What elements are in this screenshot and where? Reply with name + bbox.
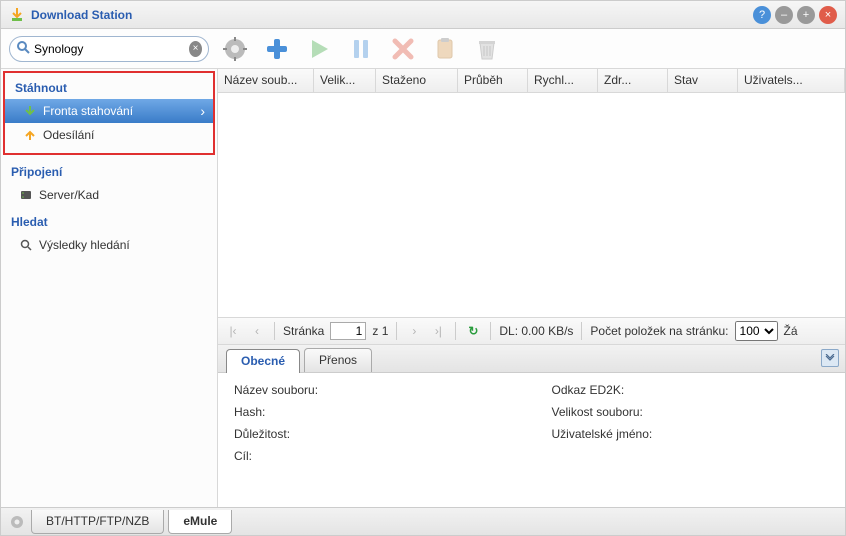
col-size[interactable]: Velik... bbox=[314, 69, 376, 92]
detail-priority-label: Důležitost: bbox=[234, 427, 512, 441]
detail-body: Název souboru: Hash: Důležitost: Cíl: Od… bbox=[218, 373, 845, 507]
pager-last-icon: ›| bbox=[429, 322, 447, 340]
pager-refresh-icon[interactable]: ↻ bbox=[464, 322, 482, 340]
separator bbox=[455, 322, 456, 340]
col-filename[interactable]: Název soub... bbox=[218, 69, 314, 92]
detail-username-label: Uživatelské jméno: bbox=[552, 427, 830, 441]
detail-tabs: Obecné Přenos bbox=[218, 345, 845, 373]
start-button bbox=[303, 33, 335, 65]
clear-search-icon[interactable]: × bbox=[189, 41, 202, 57]
sidebar-header-connection: Připojení bbox=[1, 157, 217, 183]
search-icon bbox=[16, 40, 30, 57]
sidebar-header-download: Stáhnout bbox=[5, 73, 213, 99]
trash-button bbox=[471, 33, 503, 65]
col-downloaded[interactable]: Staženo bbox=[376, 69, 458, 92]
col-progress[interactable]: Průběh bbox=[458, 69, 528, 92]
sidebar-item-label: Výsledky hledání bbox=[39, 238, 130, 252]
col-username[interactable]: Uživatels... bbox=[738, 69, 845, 92]
tab-transfer[interactable]: Přenos bbox=[304, 348, 372, 372]
col-source[interactable]: Zdr... bbox=[598, 69, 668, 92]
collapse-detail-icon[interactable] bbox=[821, 349, 839, 367]
grid-body bbox=[218, 93, 845, 317]
body: Stáhnout Fronta stahování Odesílání Přip… bbox=[1, 69, 845, 507]
delete-button bbox=[387, 33, 419, 65]
sidebar-item-label: Server/Kad bbox=[39, 188, 99, 202]
detail-target-label: Cíl: bbox=[234, 449, 512, 463]
search-input[interactable] bbox=[34, 42, 189, 56]
pause-button bbox=[345, 33, 377, 65]
col-status[interactable]: Stav bbox=[668, 69, 738, 92]
pager-first-icon: |‹ bbox=[224, 322, 242, 340]
separator bbox=[490, 322, 491, 340]
titlebar: Download Station ? – + × bbox=[1, 1, 845, 29]
download-arrow-icon bbox=[23, 104, 37, 118]
main: Název soub... Velik... Staženo Průběh Ry… bbox=[218, 69, 845, 507]
minimize-button[interactable]: – bbox=[775, 6, 793, 24]
sidebar-item-label: Odesílání bbox=[43, 128, 94, 142]
detail-hash-label: Hash: bbox=[234, 405, 512, 419]
sidebar-header-search: Hledat bbox=[1, 207, 217, 233]
server-icon bbox=[19, 188, 33, 202]
pager-page-input[interactable] bbox=[330, 322, 366, 340]
help-button[interactable]: ? bbox=[753, 6, 771, 24]
pager-prev-icon: ‹ bbox=[248, 322, 266, 340]
download-station-window: Download Station ? – + × × bbox=[0, 0, 846, 536]
upload-arrow-icon bbox=[23, 128, 37, 142]
app-icon bbox=[9, 7, 25, 23]
bottom-tab-emule[interactable]: eMule bbox=[168, 510, 232, 534]
add-button[interactable] bbox=[261, 33, 293, 65]
sidebar-item-uploading[interactable]: Odesílání bbox=[5, 123, 213, 147]
detail-right-col: Odkaz ED2K: Velikost souboru: Uživatelsk… bbox=[552, 383, 830, 497]
bottom-tab-bt[interactable]: BT/HTTP/FTP/NZB bbox=[31, 510, 164, 534]
bottom-settings-icon[interactable] bbox=[7, 512, 27, 532]
pager-items-select[interactable]: 100 bbox=[735, 321, 778, 341]
separator bbox=[581, 322, 582, 340]
clipboard-button bbox=[429, 33, 461, 65]
detail-panel: Obecné Přenos Název souboru: Hash: Důlež… bbox=[218, 345, 845, 507]
detail-filesize-label: Velikost souboru: bbox=[552, 405, 830, 419]
magnifier-icon bbox=[19, 238, 33, 252]
pager-page-total: z 1 bbox=[372, 324, 388, 338]
highlight-box: Stáhnout Fronta stahování Odesílání bbox=[3, 71, 215, 155]
col-speed[interactable]: Rychl... bbox=[528, 69, 598, 92]
grid-header: Název soub... Velik... Staženo Průběh Ry… bbox=[218, 69, 845, 93]
settings-button[interactable] bbox=[219, 33, 251, 65]
pager-next-icon: › bbox=[405, 322, 423, 340]
close-button[interactable]: × bbox=[819, 6, 837, 24]
sidebar-item-download-queue[interactable]: Fronta stahování bbox=[5, 99, 213, 123]
detail-left-col: Název souboru: Hash: Důležitost: Cíl: bbox=[234, 383, 512, 497]
maximize-button[interactable]: + bbox=[797, 6, 815, 24]
sidebar-item-label: Fronta stahování bbox=[43, 104, 133, 118]
bottom-bar: BT/HTTP/FTP/NZB eMule bbox=[1, 507, 845, 535]
window-buttons: ? – + × bbox=[753, 6, 837, 24]
search-box: × bbox=[9, 36, 209, 62]
sidebar: Stáhnout Fronta stahování Odesílání Přip… bbox=[1, 69, 218, 507]
tab-general[interactable]: Obecné bbox=[226, 349, 300, 373]
pager-nodata: Žá bbox=[784, 324, 798, 338]
pager-items-label: Počet položek na stránku: bbox=[590, 324, 728, 338]
detail-filename-label: Název souboru: bbox=[234, 383, 512, 397]
toolbar: × bbox=[1, 29, 845, 69]
pager-page-label: Stránka bbox=[283, 324, 324, 338]
separator bbox=[274, 322, 275, 340]
pager: |‹ ‹ Stránka z 1 › ›| ↻ DL: 0.00 KB/s Po… bbox=[218, 317, 845, 345]
sidebar-item-search-results[interactable]: Výsledky hledání bbox=[1, 233, 217, 257]
separator bbox=[396, 322, 397, 340]
detail-ed2k-label: Odkaz ED2K: bbox=[552, 383, 830, 397]
sidebar-item-server-kad[interactable]: Server/Kad bbox=[1, 183, 217, 207]
pager-dl-speed: DL: 0.00 KB/s bbox=[499, 324, 573, 338]
window-title: Download Station bbox=[31, 8, 753, 22]
